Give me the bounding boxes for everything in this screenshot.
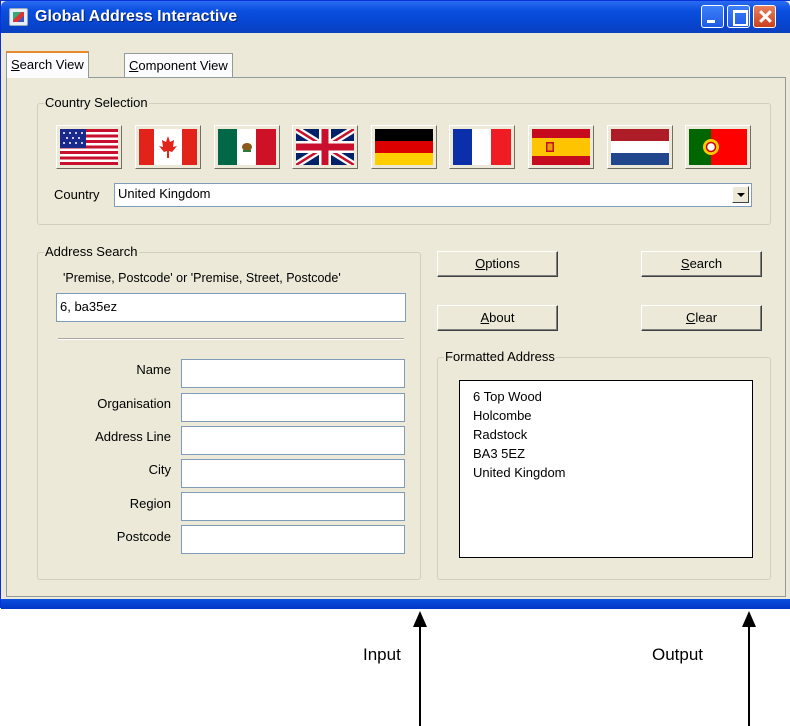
- postcode-label: Postcode: [116, 529, 171, 544]
- address-line: 6 Top Wood: [473, 389, 542, 404]
- city-label: City: [148, 462, 171, 477]
- address-search-legend: Address Search: [44, 244, 139, 259]
- about-button-label: bout: [489, 310, 515, 325]
- formatted-address-output[interactable]: 6 Top Wood Holcombe Radstock BA3 5EZ Uni…: [459, 380, 753, 558]
- app-window: Global Address Interactive Search View C…: [0, 0, 790, 609]
- flag-fr-button[interactable]: [449, 125, 515, 169]
- flag-uk-button[interactable]: [292, 125, 358, 169]
- flag-pt-button[interactable]: [685, 125, 751, 169]
- germany-flag-icon: [375, 129, 433, 165]
- close-button[interactable]: [753, 5, 776, 28]
- clear-button-mnemonic: C: [685, 310, 696, 325]
- flag-mx-button[interactable]: [214, 125, 280, 169]
- flag-us-button[interactable]: [56, 125, 122, 169]
- address-line-label: Address Line: [95, 429, 171, 444]
- address-query-value: 6, ba35ez: [60, 299, 118, 314]
- country-selection-legend: Country Selection: [44, 95, 149, 110]
- clear-button[interactable]: Clear: [641, 305, 762, 331]
- address-line: BA3 5EZ: [473, 446, 526, 461]
- window-bottom-border: [1, 599, 790, 609]
- flag-ca-button[interactable]: [135, 125, 201, 169]
- maximize-button[interactable]: [727, 5, 750, 28]
- flag-de-button[interactable]: [371, 125, 437, 169]
- region-field[interactable]: [181, 492, 405, 521]
- search-button-mnemonic: S: [680, 256, 690, 271]
- tab-component-view-label-mnemonic: C: [129, 58, 139, 73]
- minimize-button[interactable]: [701, 5, 724, 28]
- app-icon: [9, 8, 28, 26]
- organisation-field[interactable]: [181, 393, 405, 422]
- search-button[interactable]: Search: [641, 251, 762, 277]
- country-label: Country: [54, 187, 100, 202]
- tab-search-view-label-mnemonic: S: [11, 57, 20, 72]
- name-label: Name: [136, 362, 171, 377]
- region-label: Region: [129, 496, 171, 511]
- output-caption: Output: [652, 645, 704, 664]
- tab-component-view-label: omponent View: [138, 58, 228, 73]
- organisation-label: Organisation: [97, 396, 171, 411]
- uk-flag-icon: [296, 129, 354, 165]
- divider: [58, 338, 404, 340]
- window-title: Global Address Interactive: [35, 8, 238, 25]
- name-field[interactable]: [181, 359, 405, 388]
- input-arrow-line: [419, 625, 421, 726]
- address-line: United Kingdom: [473, 465, 566, 480]
- about-button[interactable]: About: [437, 305, 558, 331]
- portugal-flag-icon: [689, 129, 747, 165]
- output-arrow-line: [748, 625, 750, 726]
- search-hint: 'Premise, Postcode' or 'Premise, Street,…: [63, 271, 341, 285]
- address-line: Holcombe: [473, 408, 532, 423]
- flag-nl-button[interactable]: [607, 125, 673, 169]
- address-line: Radstock: [473, 427, 528, 442]
- options-button-label: ptions: [485, 256, 520, 271]
- canada-flag-icon: [139, 129, 197, 165]
- options-button[interactable]: Options: [437, 251, 558, 277]
- flag-es-button[interactable]: [528, 125, 594, 169]
- about-button-mnemonic: A: [480, 310, 490, 325]
- tab-component-view[interactable]: Component View: [124, 53, 233, 77]
- country-select-value: United Kingdom: [118, 186, 211, 201]
- clear-button-label: lear: [695, 310, 718, 325]
- input-caption: Input: [363, 645, 401, 664]
- mexico-flag-icon: [218, 129, 276, 165]
- postcode-field[interactable]: [181, 525, 405, 554]
- formatted-address-legend: Formatted Address: [444, 349, 556, 364]
- options-button-mnemonic: O: [475, 256, 486, 271]
- title-bar[interactable]: Global Address Interactive: [1, 1, 790, 33]
- country-select[interactable]: United Kingdom: [114, 183, 752, 207]
- netherlands-flag-icon: [611, 129, 669, 165]
- search-button-label: earch: [689, 256, 723, 271]
- spain-flag-icon: [532, 129, 590, 165]
- us-flag-icon: [60, 129, 118, 165]
- address-line-field[interactable]: [181, 426, 405, 455]
- address-query-input[interactable]: 6, ba35ez: [56, 293, 406, 322]
- france-flag-icon: [453, 129, 511, 165]
- city-field[interactable]: [181, 459, 405, 488]
- tab-search-view-label: earch View: [19, 57, 84, 72]
- chevron-down-icon[interactable]: [732, 186, 749, 203]
- tab-search-view[interactable]: Search View: [6, 51, 89, 78]
